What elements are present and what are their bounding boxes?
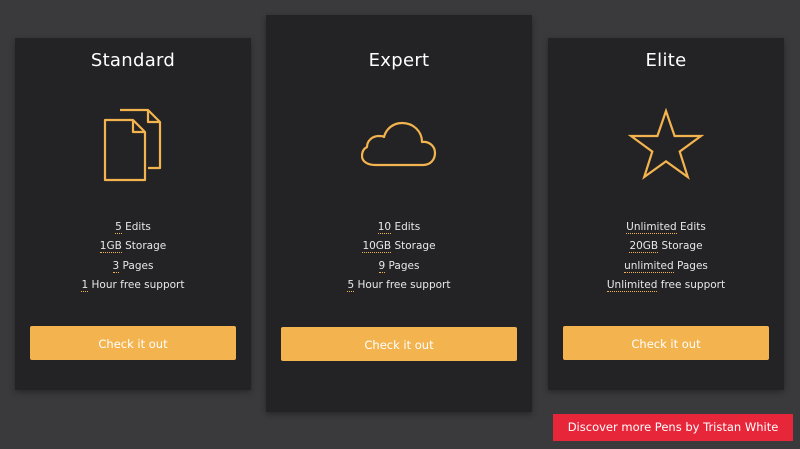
plan-title: Expert	[368, 50, 430, 71]
feature-value: Unlimited	[626, 221, 677, 234]
star-icon	[628, 108, 704, 180]
feature-item: 9 Pages	[266, 258, 532, 277]
feature-list: 10 Edits 10GB Storage 9 Pages 5 Hour fre…	[266, 219, 532, 296]
pricing-page: Standard 5 Edits 1GB Storage 3 Pages 1 H…	[0, 0, 800, 449]
feature-label: Edits	[121, 221, 151, 233]
feature-item: Unlimited Edits	[548, 219, 784, 238]
feature-item: unlimited Pages	[548, 258, 784, 277]
feature-label: Edits	[676, 221, 706, 233]
feature-label: free support	[657, 278, 726, 291]
feature-label: Pages	[119, 259, 154, 272]
feature-label: Storage	[391, 240, 436, 253]
feature-item: 20GB Storage	[548, 238, 784, 257]
check-it-out-button[interactable]: Check it out	[30, 326, 236, 360]
feature-item: 1 Hour free support	[15, 277, 251, 296]
feature-label: Pages	[385, 259, 420, 272]
check-it-out-button[interactable]: Check it out	[563, 326, 769, 360]
check-it-out-button[interactable]: Check it out	[281, 327, 517, 361]
feature-item: 1GB Storage	[15, 238, 251, 257]
feature-value: 10	[377, 221, 392, 234]
feature-value: 5	[115, 221, 122, 234]
plan-card-elite: Elite Unlimited Edits 20GB Storage unlim…	[548, 38, 784, 390]
feature-list: 5 Edits 1GB Storage 3 Pages 1 Hour free …	[15, 219, 251, 296]
discover-more-pens-link[interactable]: Discover more Pens by Tristan White	[553, 414, 793, 441]
plan-card-expert: Expert 10 Edits 10GB Storage 9 Pages 5 H…	[266, 15, 532, 412]
feature-value: Unlimited	[606, 278, 658, 292]
feature-list: Unlimited Edits 20GB Storage unlimited P…	[548, 219, 784, 296]
feature-item: 10GB Storage	[266, 238, 532, 257]
plan-title: Standard	[90, 50, 176, 71]
feature-item: Unlimited free support	[548, 277, 784, 296]
plan-card-standard: Standard 5 Edits 1GB Storage 3 Pages 1 H…	[15, 38, 251, 390]
feature-value: 1GB	[99, 240, 122, 254]
feature-label: Hour free support	[88, 278, 185, 291]
feature-label: Edits	[391, 221, 421, 233]
documents-icon	[103, 108, 162, 182]
feature-value: 20GB	[629, 240, 659, 254]
feature-label: Storage	[121, 240, 167, 253]
feature-label: Pages	[673, 259, 708, 272]
feature-item: 10 Edits	[266, 219, 532, 238]
feature-label: Hour free support	[354, 278, 451, 291]
feature-value: unlimited	[624, 259, 674, 273]
cloud-icon	[361, 121, 437, 167]
feature-value: 10GB	[362, 240, 392, 254]
feature-item: 5 Edits	[15, 219, 251, 238]
plan-title: Elite	[645, 50, 687, 71]
feature-item: 5 Hour free support	[266, 277, 532, 296]
feature-item: 3 Pages	[15, 258, 251, 277]
feature-label: Storage	[658, 240, 703, 253]
